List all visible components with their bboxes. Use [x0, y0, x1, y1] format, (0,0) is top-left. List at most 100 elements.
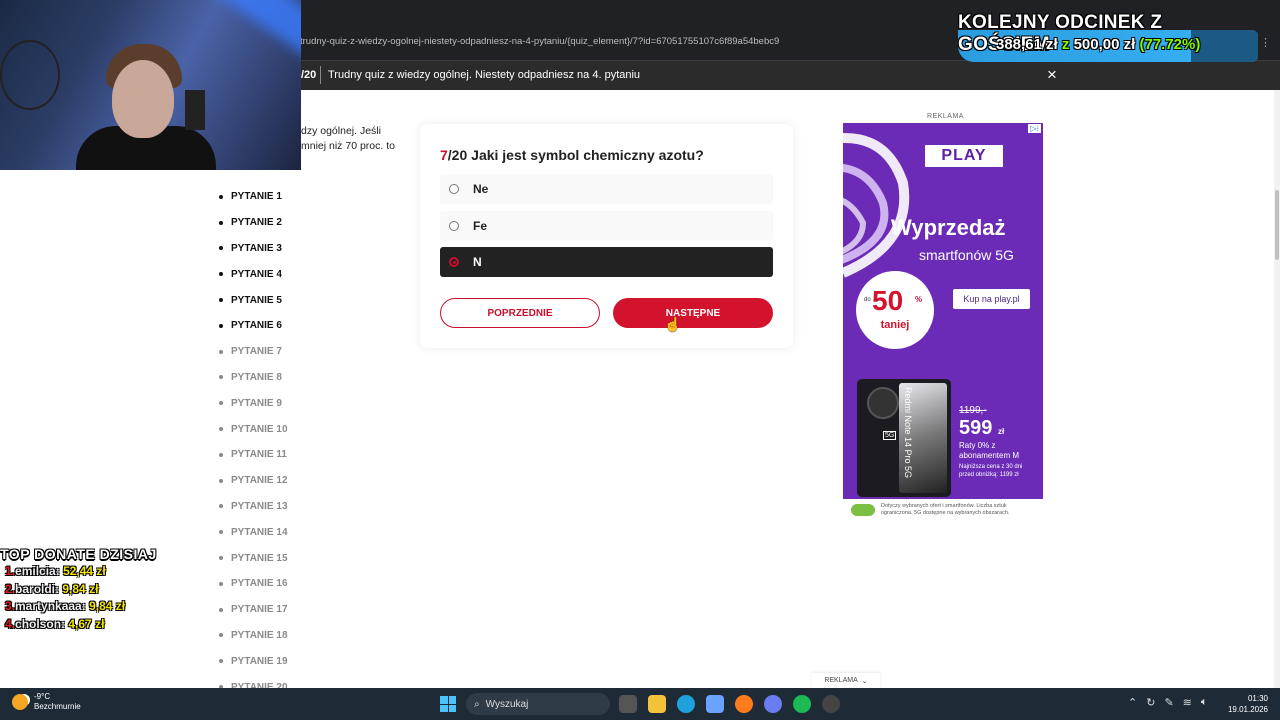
spotify-icon[interactable]	[793, 695, 811, 713]
page-scrollbar[interactable]	[1274, 90, 1280, 688]
goal-target: 500,00 zł	[1073, 36, 1136, 53]
answer-option-n[interactable]: N	[440, 247, 773, 277]
weather-widget[interactable]: -9°C Bezchmurnie	[12, 692, 81, 712]
temperature: -9°C	[34, 692, 51, 701]
ad-cta-button[interactable]: Kup na play.pl	[953, 289, 1030, 309]
donate-amount: 4,67 zł	[68, 616, 105, 631]
next-button[interactable]: NASTĘPNE	[613, 298, 773, 328]
description-line: dzy ogólnej. Jeśli	[301, 125, 381, 137]
answer-option-fe[interactable]: Fe	[440, 211, 773, 241]
question-list-label: PYTANIE 1	[231, 191, 282, 203]
question-list-item[interactable]: PYTANIE 16	[219, 571, 288, 597]
question-list-item[interactable]: PYTANIE 3	[219, 236, 288, 262]
obs-icon[interactable]	[822, 695, 840, 713]
bottom-ad-toggle[interactable]: REKLAMA ⌄	[812, 673, 880, 688]
stream-goal-widget: KOLEJNY ODCINEK Z GOŚCIEM 388,61 zł z 50…	[958, 8, 1274, 64]
question-list-item[interactable]: PYTANIE 14	[219, 519, 288, 545]
question-list-item[interactable]: PYTANIE 10	[219, 416, 288, 442]
radio-icon[interactable]	[449, 221, 459, 231]
edge-icon[interactable]	[677, 695, 695, 713]
date: 19.01.2026	[1227, 705, 1268, 714]
ad-label: REKLAMA	[927, 113, 964, 120]
discount-word: taniej	[880, 319, 910, 331]
discord-icon[interactable]	[764, 695, 782, 713]
goal-amounts: 388,61 zł z 500,00 zł (77.72%)	[996, 36, 1200, 53]
taskbar-search-input[interactable]: ⌕ Wyszukaj	[466, 693, 610, 715]
file-explorer-icon[interactable]	[648, 695, 666, 713]
radio-icon[interactable]	[449, 184, 459, 194]
question-list-item[interactable]: PYTANIE 15	[219, 545, 288, 571]
donate-sep: :	[81, 599, 90, 613]
play-advertisement[interactable]: ▷⁝ PLAY Wyprzedaż smartfonów 5G do 50 % …	[843, 123, 1043, 523]
question-list-item[interactable]: PYTANIE 2	[219, 210, 288, 236]
adchoices-icon[interactable]: ▷⁝	[1028, 124, 1041, 133]
donate-rank: 3.	[5, 599, 16, 613]
bullet-icon	[219, 375, 223, 380]
answer-option-ne[interactable]: Ne	[440, 174, 773, 204]
close-icon[interactable]: ×	[1047, 66, 1057, 84]
question-list-label: PYTANIE 7	[231, 346, 282, 358]
question-list-label: PYTANIE 3	[231, 242, 282, 254]
mouse-cursor-icon: ☝	[664, 316, 682, 332]
question-list-label: PYTANIE 2	[231, 217, 282, 229]
donate-entry: 3.martynkaaa: 9,84 zł	[5, 598, 200, 616]
question-list-item[interactable]: PYTANIE 4	[219, 261, 288, 287]
task-view-icon[interactable]	[619, 695, 637, 713]
weather-moon-icon	[12, 694, 28, 710]
radio-selected-icon[interactable]	[449, 257, 459, 267]
scrollbar-thumb[interactable]	[1275, 190, 1279, 260]
question-list-item[interactable]: PYTANIE 6	[219, 313, 288, 339]
question-list-item[interactable]: PYTANIE 7	[219, 339, 288, 365]
donate-name: martynkaaa	[15, 599, 82, 613]
question-list-item[interactable]: PYTANIE 17	[219, 597, 288, 623]
bullet-icon	[219, 581, 223, 586]
previous-button[interactable]: POPRZEDNIE	[440, 298, 600, 328]
question-list-item[interactable]: PYTANIE 19	[219, 648, 288, 674]
donate-sep: :	[55, 564, 64, 578]
question-list-item[interactable]: PYTANIE 9	[219, 390, 288, 416]
bullet-icon	[219, 427, 223, 432]
top-donate-list: 1.emilcia: 52,44 zł 2.baroldi: 9,84 zł 3.m…	[5, 563, 200, 633]
bullet-icon	[219, 452, 223, 457]
store-icon[interactable]	[706, 695, 724, 713]
question-number: 7	[440, 147, 448, 163]
bullet-icon	[219, 349, 223, 354]
url-text[interactable]: trudny-quiz-z-wiedzy-ogolnej-niestety-od…	[300, 36, 779, 47]
sync-icon[interactable]: ↻	[1146, 696, 1155, 709]
question-list-item[interactable]: PYTANIE 1	[219, 184, 288, 210]
microphone-icon	[185, 90, 205, 130]
windows-start-icon[interactable]	[440, 696, 456, 712]
question-list-item[interactable]: PYTANIE 13	[219, 494, 288, 520]
quiz-card: 7/20 Jaki jest symbol chemiczny azotu? N…	[420, 124, 793, 348]
ad-footnote-text: Dotyczy wybranych ofert i smartfonów. Li…	[881, 503, 1010, 516]
wall-decoration	[0, 40, 60, 110]
discount-value: 50	[872, 285, 904, 316]
firefox-icon[interactable]	[735, 695, 753, 713]
chevron-up-icon[interactable]: ⌃	[1128, 696, 1137, 709]
donate-amount: 9,84 zł	[89, 599, 126, 613]
question-list-item[interactable]: PYTANIE 8	[219, 365, 288, 391]
question-list-item[interactable]: PYTANIE 12	[219, 468, 288, 494]
pen-icon[interactable]: ✎	[1164, 696, 1173, 709]
donate-rank: 4.	[5, 616, 16, 631]
answer-label: N	[473, 255, 482, 269]
phone-image: Redmi Note 14 Pro 5G 5G	[857, 379, 951, 497]
bullet-icon	[219, 556, 223, 561]
system-tray: ⌃ ↻ ✎ ≋ 🔈︎	[1128, 696, 1207, 709]
wifi-icon[interactable]: ≋	[1183, 696, 1192, 709]
question-list-item[interactable]: PYTANIE 5	[219, 287, 288, 313]
question-list-label: PYTANIE 9	[231, 397, 282, 409]
taskbar-clock[interactable]: 01:30 19.01.2026	[1226, 693, 1268, 715]
question-list-item[interactable]: PYTANIE 11	[219, 442, 288, 468]
question-list-label: PYTANIE 12	[231, 475, 288, 487]
question-list-item[interactable]: PYTANIE 18	[219, 623, 288, 649]
new-price-value: 599	[959, 417, 993, 439]
search-icon: ⌕	[474, 698, 480, 710]
bullet-icon	[219, 323, 223, 328]
donate-entry: 4.cholson: 4,67 zł	[5, 616, 200, 634]
5g-badge: 5G	[883, 431, 897, 440]
streamer-face	[112, 60, 174, 138]
volume-icon[interactable]: 🔈︎	[1201, 696, 1208, 709]
answer-label: Fe	[473, 219, 488, 233]
bullet-icon	[219, 504, 223, 509]
